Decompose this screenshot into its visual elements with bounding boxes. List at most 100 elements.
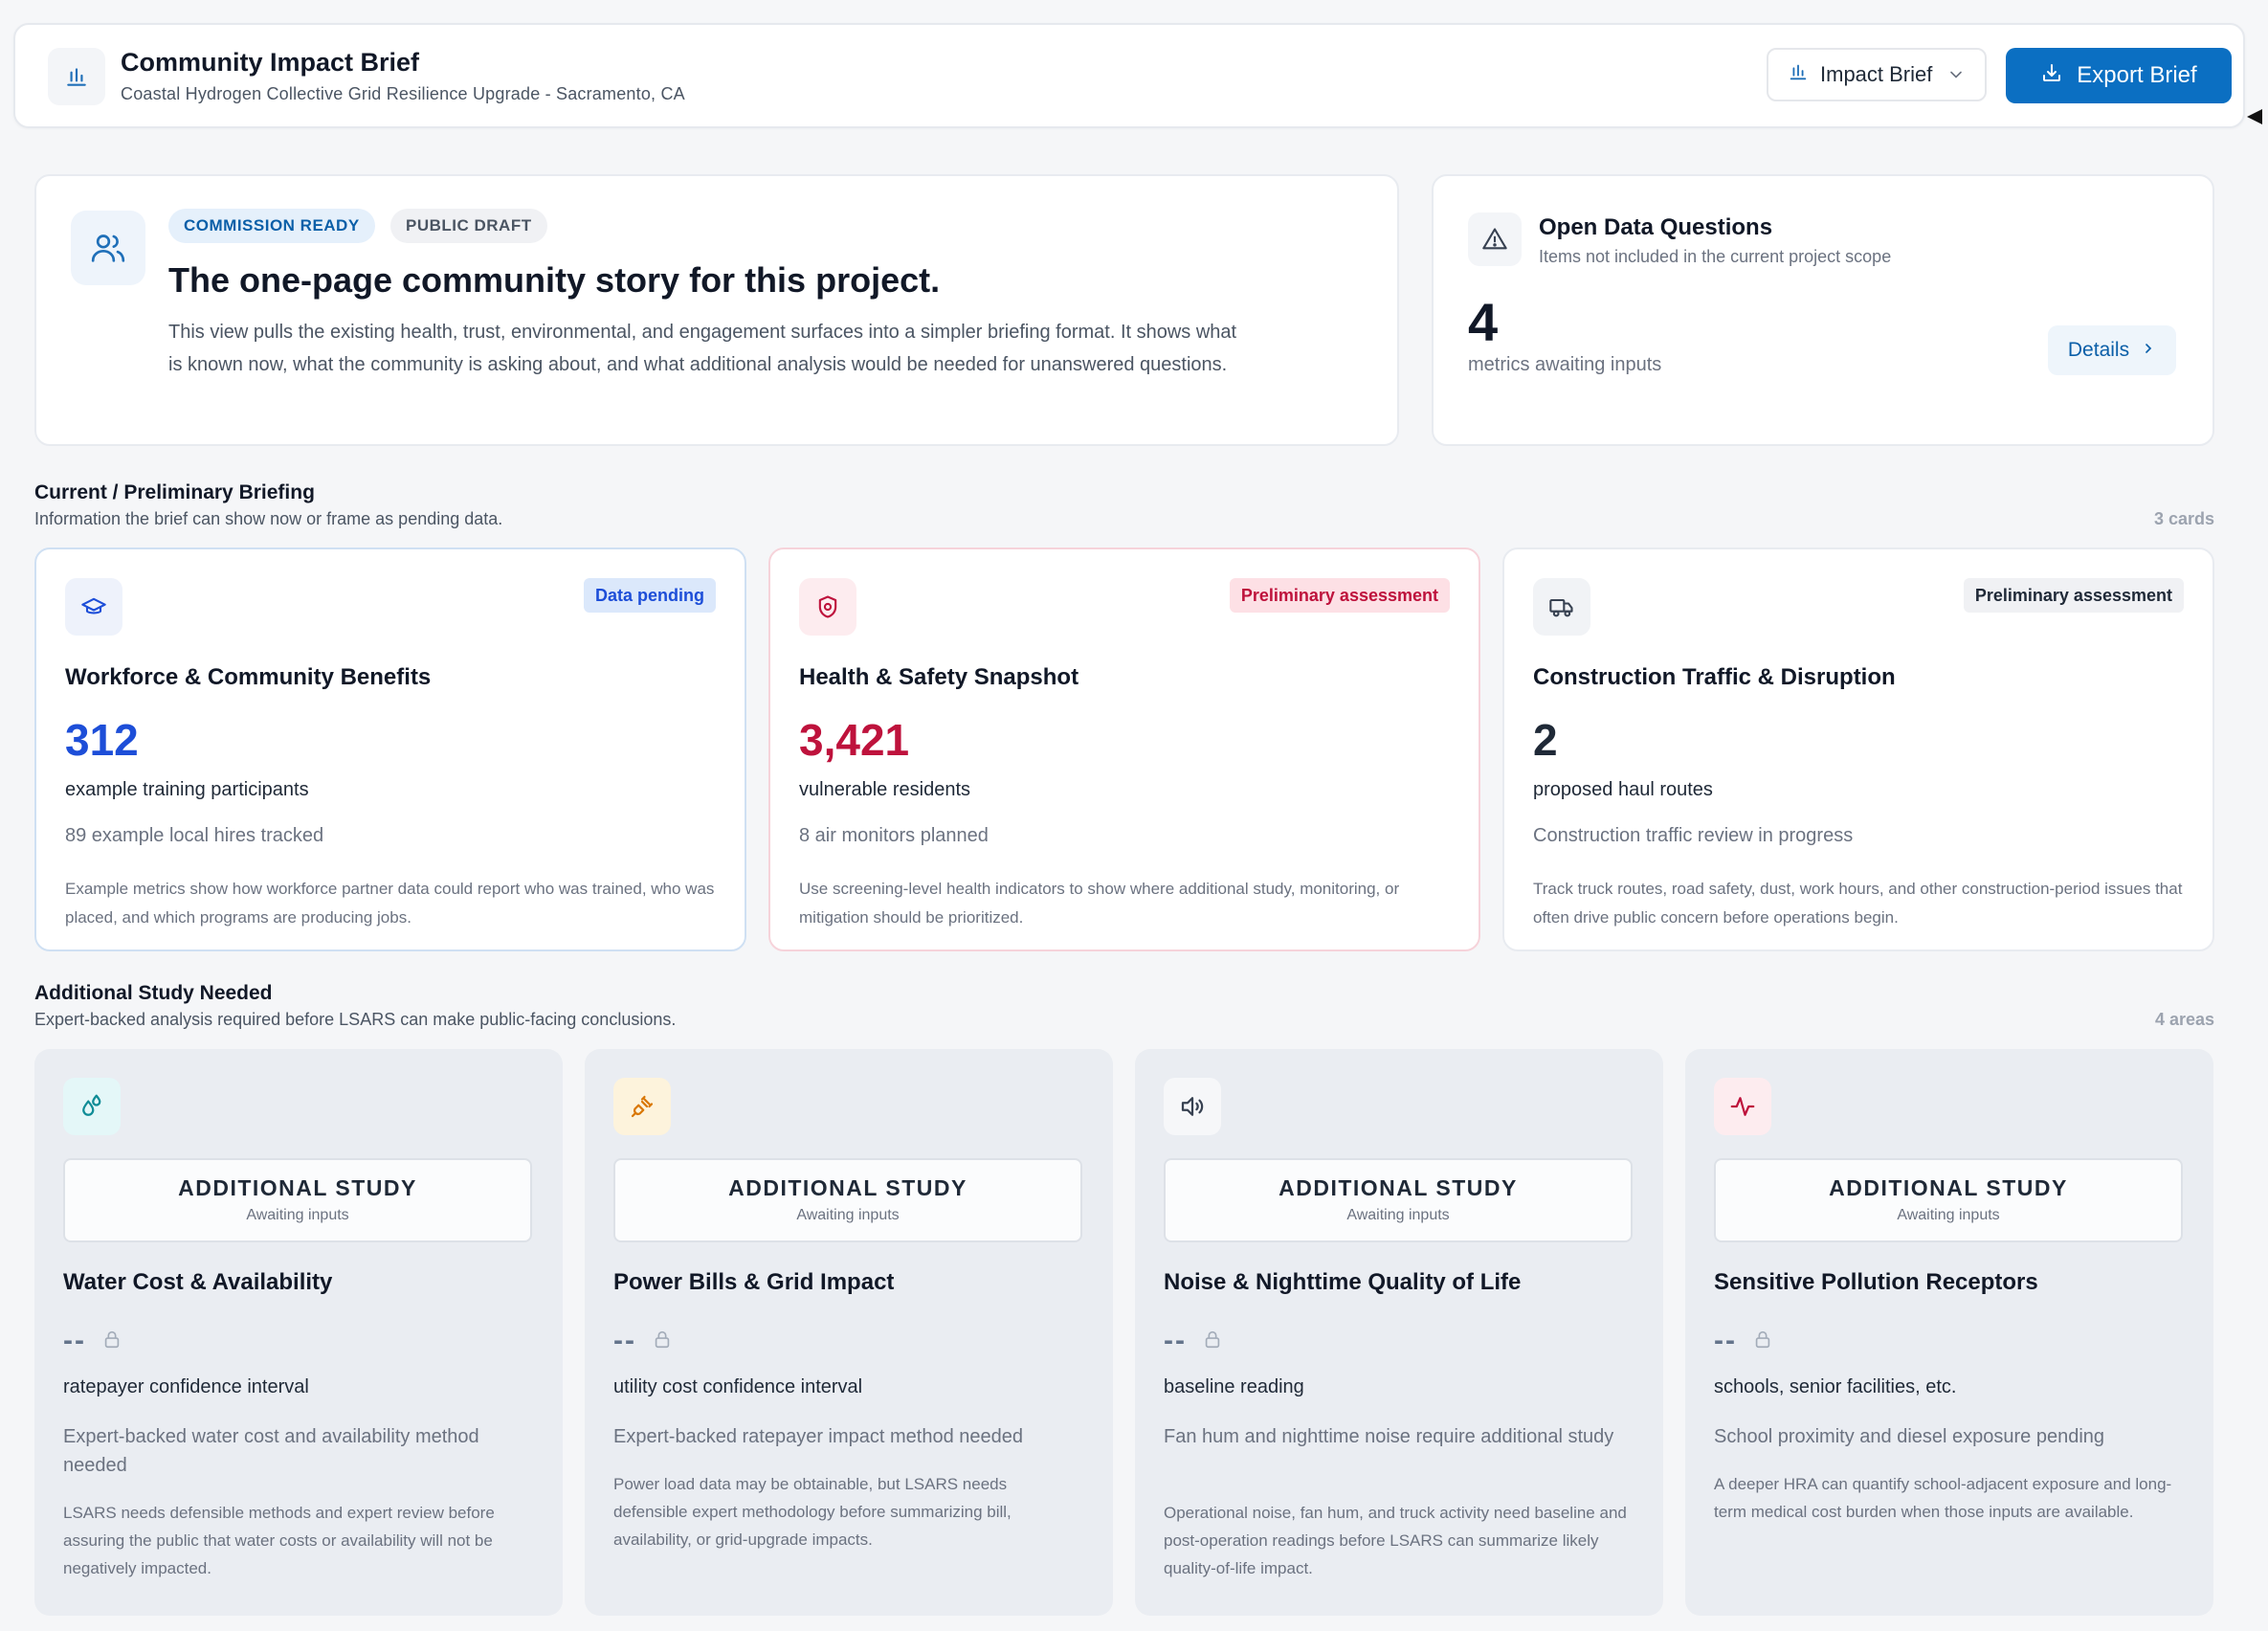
card-secondary-metric: 89 example local hires tracked bbox=[65, 825, 324, 846]
bar-chart-icon bbox=[48, 48, 105, 105]
study-box-title: ADDITIONAL STUDY bbox=[1279, 1175, 1518, 1200]
card-description: Track truck routes, road safety, dust, w… bbox=[1533, 880, 2183, 927]
card-metric-value: -- bbox=[1714, 1325, 1737, 1356]
plug-icon bbox=[613, 1078, 671, 1135]
hero-card: COMMISSION READY PUBLIC DRAFT The one-pa… bbox=[34, 174, 1399, 446]
app-header: Community Impact Brief Coastal Hydrogen … bbox=[13, 23, 2245, 128]
prelim-section-subtitle: Information the brief can show now or fr… bbox=[34, 509, 503, 528]
pending-value: -- bbox=[1164, 1325, 1223, 1357]
status-badge: Data pending bbox=[583, 578, 716, 613]
prelim-card-count: 3 cards bbox=[2153, 509, 2214, 528]
noise-quality-card[interactable]: ADDITIONAL STUDY Awaiting inputs Noise &… bbox=[1135, 1049, 1663, 1616]
status-badge: Preliminary assessment bbox=[1229, 578, 1450, 613]
card-metric-label: example training participants bbox=[65, 779, 309, 800]
card-metric-value: -- bbox=[63, 1325, 86, 1356]
pulse-icon bbox=[1714, 1078, 1771, 1135]
pending-value: -- bbox=[1714, 1325, 1773, 1357]
card-secondary-metric: Fan hum and nighttime noise require addi… bbox=[1164, 1426, 1614, 1447]
card-title: Health & Safety Snapshot bbox=[799, 664, 1079, 690]
card-title: Noise & Nighttime Quality of Life bbox=[1164, 1269, 1522, 1295]
card-metric-label: vulnerable residents bbox=[799, 779, 970, 800]
status-badge: Preliminary assessment bbox=[1963, 578, 2184, 613]
mouse-cursor-icon bbox=[2245, 107, 2264, 131]
open-questions-subtitle: Items not included in the current projec… bbox=[1539, 247, 1892, 266]
study-box-status: Awaiting inputs bbox=[1897, 1207, 2000, 1223]
lock-icon bbox=[1202, 1325, 1223, 1357]
card-title: Construction Traffic & Disruption bbox=[1533, 664, 1896, 690]
additional-study-box: ADDITIONAL STUDY Awaiting inputs bbox=[613, 1158, 1082, 1242]
page-title: Community Impact Brief bbox=[121, 48, 420, 77]
study-box-status: Awaiting inputs bbox=[1346, 1207, 1450, 1223]
graduation-cap-icon bbox=[65, 578, 122, 636]
water-drops-icon bbox=[63, 1078, 121, 1135]
card-title: Sensitive Pollution Receptors bbox=[1714, 1269, 2038, 1295]
project-subtitle: Coastal Hydrogen Collective Grid Resilie… bbox=[121, 84, 685, 103]
main-content: COMMISSION READY PUBLIC DRAFT The one-pa… bbox=[0, 130, 2268, 1631]
details-button[interactable]: Details bbox=[2048, 325, 2176, 375]
study-box-status: Awaiting inputs bbox=[246, 1207, 349, 1223]
open-questions-label: metrics awaiting inputs bbox=[1468, 354, 1662, 375]
study-box-title: ADDITIONAL STUDY bbox=[1829, 1175, 2068, 1200]
shield-icon bbox=[799, 578, 856, 636]
warning-icon bbox=[1468, 212, 1522, 266]
card-secondary-metric: Construction traffic review in progress bbox=[1533, 825, 1854, 846]
workforce-benefits-card[interactable]: Data pending Workforce & Community Benef… bbox=[34, 547, 746, 951]
lock-icon bbox=[652, 1325, 673, 1357]
additional-study-box: ADDITIONAL STUDY Awaiting inputs bbox=[1164, 1158, 1633, 1242]
speaker-icon bbox=[1164, 1078, 1221, 1135]
open-data-questions-card: Open Data Questions Items not included i… bbox=[1432, 174, 2214, 446]
card-description: LSARS needs defensible methods and exper… bbox=[63, 1504, 495, 1577]
public-draft-badge: PUBLIC DRAFT bbox=[390, 209, 547, 243]
open-questions-title: Open Data Questions bbox=[1539, 214, 1773, 240]
view-select-value: Impact Brief bbox=[1820, 62, 1933, 86]
pending-value: -- bbox=[63, 1325, 122, 1357]
card-description: Example metrics show how workforce partn… bbox=[65, 880, 715, 927]
page: Community Impact Brief Coastal Hydrogen … bbox=[0, 0, 2268, 1631]
card-title: Water Cost & Availability bbox=[63, 1269, 333, 1295]
study-box-title: ADDITIONAL STUDY bbox=[178, 1175, 417, 1200]
card-secondary-metric: Expert-backed water cost and availabilit… bbox=[63, 1426, 479, 1476]
lock-icon bbox=[1752, 1325, 1773, 1357]
bar-chart-icon bbox=[1788, 61, 1809, 88]
users-icon bbox=[71, 211, 145, 285]
card-description: Operational noise, fan hum, and truck ac… bbox=[1164, 1504, 1627, 1577]
hero-description: This view pulls the existing health, tru… bbox=[168, 322, 1237, 375]
study-section-title: Additional Study Needed bbox=[34, 982, 273, 1004]
truck-icon bbox=[1533, 578, 1590, 636]
view-select[interactable]: Impact Brief bbox=[1767, 48, 1987, 101]
card-description: Use screening-level health indicators to… bbox=[799, 880, 1400, 927]
card-metric-value: -- bbox=[613, 1325, 636, 1356]
lock-icon bbox=[101, 1325, 122, 1357]
pollution-receptors-card[interactable]: ADDITIONAL STUDY Awaiting inputs Sensiti… bbox=[1685, 1049, 2213, 1616]
details-label: Details bbox=[2067, 339, 2130, 361]
card-metric-label: baseline reading bbox=[1164, 1376, 1304, 1397]
commission-ready-badge: COMMISSION READY bbox=[168, 209, 375, 243]
construction-traffic-card[interactable]: Preliminary assessment Construction Traf… bbox=[1502, 547, 2214, 951]
card-metric-label: ratepayer confidence interval bbox=[63, 1376, 309, 1397]
study-section-subtitle: Expert-backed analysis required before L… bbox=[34, 1010, 677, 1029]
card-secondary-metric: Expert-backed ratepayer impact method ne… bbox=[613, 1426, 1024, 1447]
hero-title: The one-page community story for this pr… bbox=[168, 260, 941, 300]
export-brief-button[interactable]: Export Brief bbox=[2006, 48, 2232, 103]
water-cost-card[interactable]: ADDITIONAL STUDY Awaiting inputs Water C… bbox=[34, 1049, 563, 1616]
study-area-count: 4 areas bbox=[2154, 1010, 2214, 1029]
chevron-right-icon bbox=[2141, 339, 2156, 362]
card-metric-value: 2 bbox=[1533, 715, 1558, 765]
card-metric-value: 3,421 bbox=[799, 715, 910, 765]
card-metric-label: utility cost confidence interval bbox=[613, 1376, 863, 1397]
additional-study-box: ADDITIONAL STUDY Awaiting inputs bbox=[63, 1158, 532, 1242]
health-safety-card[interactable]: Preliminary assessment Health & Safety S… bbox=[768, 547, 1480, 951]
card-title: Power Bills & Grid Impact bbox=[613, 1269, 895, 1295]
card-title: Workforce & Community Benefits bbox=[65, 664, 432, 690]
power-bills-card[interactable]: ADDITIONAL STUDY Awaiting inputs Power B… bbox=[585, 1049, 1113, 1616]
study-box-title: ADDITIONAL STUDY bbox=[728, 1175, 967, 1200]
card-metric-label: schools, senior facilities, etc. bbox=[1714, 1376, 1957, 1397]
card-metric-value: 312 bbox=[65, 715, 139, 765]
export-brief-label: Export Brief bbox=[2077, 62, 2197, 88]
study-box-status: Awaiting inputs bbox=[796, 1207, 900, 1223]
download-icon bbox=[2040, 61, 2063, 91]
pending-value: -- bbox=[613, 1325, 673, 1357]
card-description: Power load data may be obtainable, but L… bbox=[613, 1475, 1012, 1549]
card-secondary-metric: 8 air monitors planned bbox=[799, 825, 989, 846]
chevron-down-icon bbox=[1946, 65, 1966, 90]
